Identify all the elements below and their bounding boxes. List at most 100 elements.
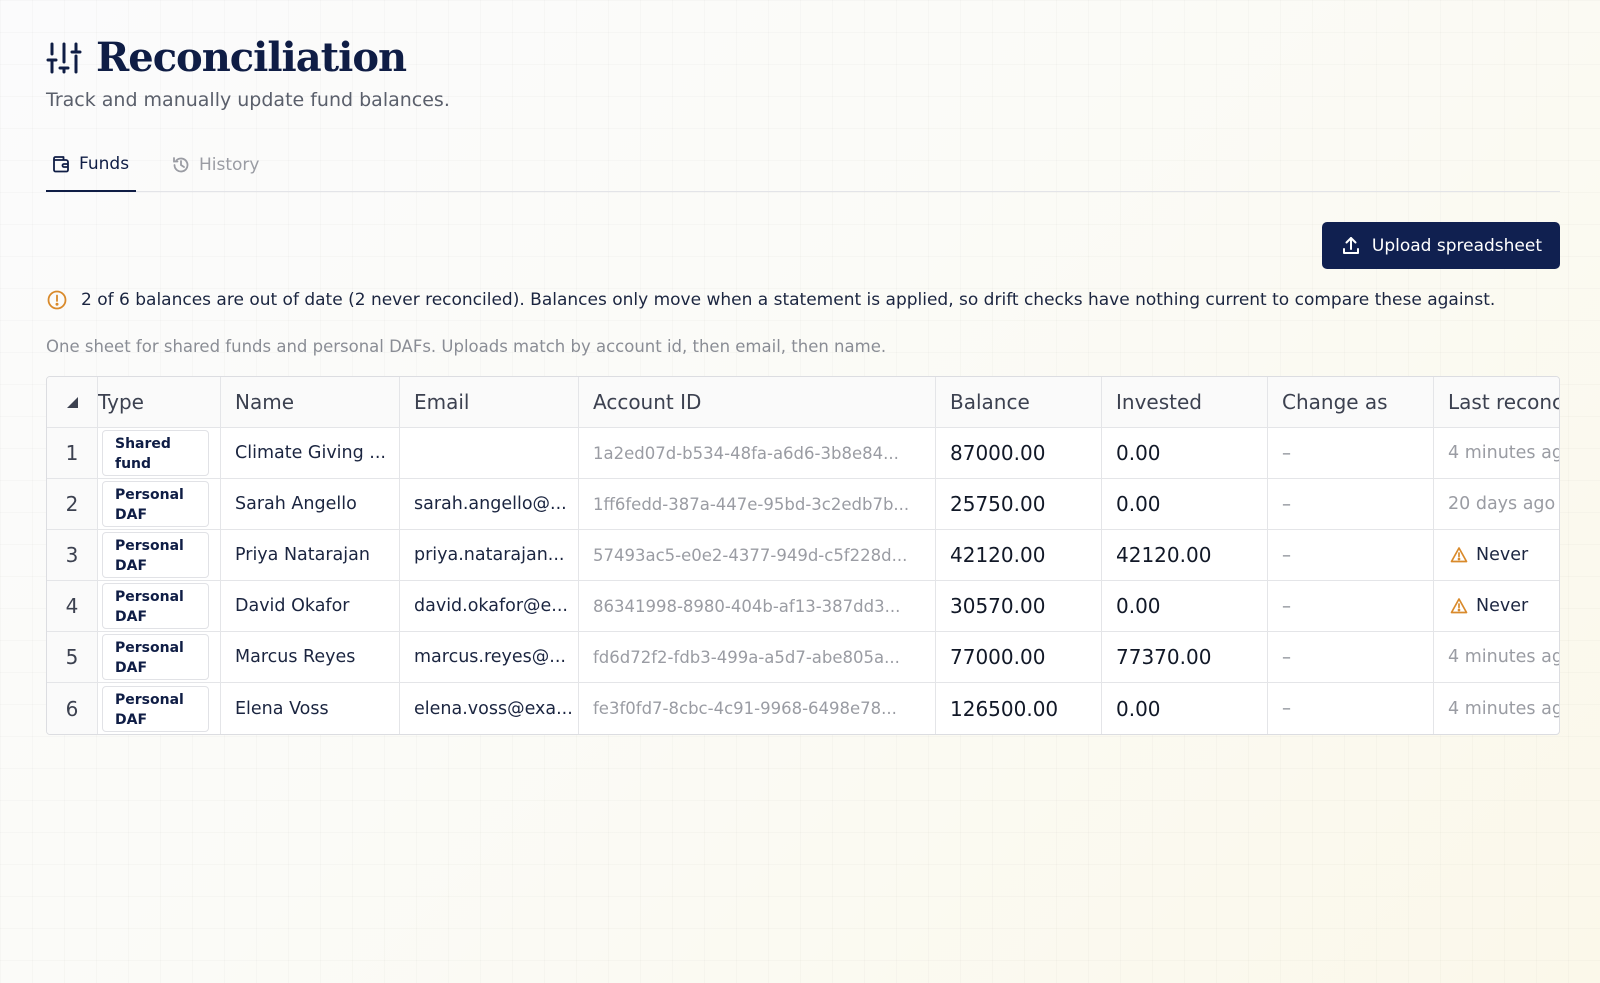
upload-spreadsheet-button[interactable]: Upload spreadsheet [1321, 222, 1560, 269]
tab-funds[interactable]: Funds [46, 138, 136, 192]
column-header-invested[interactable]: Invested [1102, 377, 1268, 427]
alert-text: 2 of 6 balances are out of date (2 never… [81, 290, 1496, 310]
column-header-type[interactable]: Type [98, 377, 221, 427]
alert-circle-icon [46, 289, 68, 311]
change-cell[interactable]: – [1268, 581, 1434, 631]
table-row[interactable]: 5 Personal DAF Marcus Reyes marcus.reyes… [47, 632, 1560, 683]
type-cell[interactable]: Personal DAF [98, 632, 221, 682]
page-header: Reconciliation [46, 34, 407, 81]
change-cell[interactable]: – [1268, 683, 1434, 734]
change-cell[interactable]: – [1268, 632, 1434, 682]
never-label: Never [1476, 596, 1529, 616]
account-id-cell[interactable]: 1ff6fedd-387a-447e-95bd-3c2edb7b... [579, 479, 936, 529]
column-header-change-as[interactable]: Change as [1268, 377, 1434, 427]
last-reconciled-cell: 4 minutes ag [1448, 443, 1560, 463]
balance-cell[interactable]: 30570.00 [936, 581, 1102, 631]
last-reconciled-cell: 4 minutes ag [1448, 647, 1560, 667]
type-cell[interactable]: Personal DAF [98, 581, 221, 631]
page-subtitle: Track and manually update fund balances. [46, 89, 450, 111]
tab-bar: Funds History [46, 138, 1560, 192]
type-cell[interactable]: Personal DAF [98, 530, 221, 580]
last-reconciled-cell: Never [1434, 530, 1559, 580]
email-cell[interactable] [400, 428, 579, 478]
invested-cell[interactable]: 0.00 [1102, 683, 1268, 734]
type-badge: Personal DAF [102, 634, 209, 680]
table-row[interactable]: 1 Shared fund Climate Giving ... 1a2ed07… [47, 428, 1560, 479]
column-header-balance[interactable]: Balance [936, 377, 1102, 427]
stale-balances-alert: 2 of 6 balances are out of date (2 never… [46, 289, 1495, 311]
row-index: 1 [47, 428, 98, 478]
email-cell[interactable]: david.okafor@e... [400, 581, 579, 631]
email-cell[interactable]: marcus.reyes@... [400, 632, 579, 682]
change-cell[interactable]: – [1268, 479, 1434, 529]
invested-cell[interactable]: 42120.00 [1102, 530, 1268, 580]
invested-cell[interactable]: 77370.00 [1102, 632, 1268, 682]
table-row[interactable]: 6 Personal DAF Elena Voss elena.voss@exa… [47, 683, 1560, 734]
never-reconciled: Never [1448, 545, 1528, 565]
balance-cell[interactable]: 77000.00 [936, 632, 1102, 682]
last-reconciled-cell: 4 minutes ag [1448, 698, 1560, 719]
name-cell[interactable]: Elena Voss [221, 683, 400, 734]
page-title: Reconciliation [96, 34, 407, 81]
table-row[interactable]: 2 Personal DAF Sarah Angello sarah.angel… [47, 479, 1559, 530]
type-cell[interactable]: Personal DAF [98, 683, 221, 734]
sliders-icon [46, 40, 82, 76]
history-icon [171, 155, 191, 175]
never-reconciled: Never [1448, 596, 1528, 616]
table-row[interactable]: 3 Personal DAF Priya Natarajan priya.nat… [47, 530, 1559, 581]
change-cell[interactable]: – [1268, 530, 1434, 580]
column-header-account-id[interactable]: Account ID [579, 377, 936, 427]
balance-cell[interactable]: 126500.00 [936, 683, 1102, 734]
last-reconciled-cell: Never [1434, 581, 1559, 631]
balance-cell[interactable]: 42120.00 [936, 530, 1102, 580]
account-id-cell[interactable]: fe3f0fd7-8cbc-4c91-9968-6498e78... [579, 683, 936, 734]
balance-cell[interactable]: 25750.00 [936, 479, 1102, 529]
type-badge: Personal DAF [102, 583, 209, 629]
account-id-cell[interactable]: 1a2ed07d-b534-48fa-a6d6-3b8e84... [579, 428, 936, 478]
upload-spreadsheet-label: Upload spreadsheet [1371, 235, 1542, 256]
email-cell[interactable]: priya.natarajan... [400, 530, 579, 580]
account-id-cell[interactable]: 86341998-8980-404b-af13-387dd3... [579, 581, 936, 631]
row-index: 4 [47, 581, 98, 631]
table-row[interactable]: 4 Personal DAF David Okafor david.okafor… [47, 581, 1559, 632]
funds-table: Type Name Email Account ID Balance Inves… [46, 376, 1560, 735]
tab-history[interactable]: History [171, 138, 259, 192]
warning-icon [1450, 597, 1468, 615]
column-header-email[interactable]: Email [400, 377, 579, 427]
invested-cell[interactable]: 0.00 [1102, 581, 1268, 631]
type-badge: Shared fund [102, 430, 209, 476]
name-cell[interactable]: Marcus Reyes [221, 632, 400, 682]
type-badge: Personal DAF [102, 685, 209, 732]
type-cell[interactable]: Shared fund [98, 428, 221, 478]
type-cell[interactable]: Personal DAF [98, 479, 221, 529]
tab-history-label: History [199, 155, 260, 175]
invested-cell[interactable]: 0.00 [1102, 479, 1268, 529]
upload-icon [1340, 235, 1362, 257]
name-cell[interactable]: Climate Giving ... [221, 428, 400, 478]
column-header-name[interactable]: Name [221, 377, 400, 427]
last-reconciled-cell: 20 days ago [1448, 494, 1556, 514]
row-index: 3 [47, 530, 98, 580]
email-cell[interactable]: sarah.angello@... [400, 479, 579, 529]
upload-hint: One sheet for shared funds and personal … [46, 337, 887, 356]
tab-funds-label: Funds [79, 154, 130, 174]
email-cell[interactable]: elena.voss@exa... [400, 683, 579, 734]
never-label: Never [1476, 545, 1529, 565]
account-id-cell[interactable]: fd6d72f2-fdb3-499a-a5d7-abe805a... [579, 632, 936, 682]
select-all-corner[interactable] [47, 377, 98, 427]
invested-cell[interactable]: 0.00 [1102, 428, 1268, 478]
balance-cell[interactable]: 87000.00 [936, 428, 1102, 478]
name-cell[interactable]: David Okafor [221, 581, 400, 631]
column-header-last-reconciled[interactable]: Last reconc [1434, 377, 1559, 427]
name-cell[interactable]: Priya Natarajan [221, 530, 400, 580]
row-index: 2 [47, 479, 98, 529]
row-index: 6 [47, 683, 98, 734]
warning-icon [1450, 546, 1468, 564]
account-id-cell[interactable]: 57493ac5-e0e2-4377-949d-c5f228d... [579, 530, 936, 580]
type-badge: Personal DAF [102, 532, 209, 578]
row-index: 5 [47, 632, 98, 682]
table-header-row: Type Name Email Account ID Balance Inves… [47, 377, 1559, 428]
corner-triangle-icon [65, 395, 79, 409]
name-cell[interactable]: Sarah Angello [221, 479, 400, 529]
change-cell[interactable]: – [1268, 428, 1434, 478]
